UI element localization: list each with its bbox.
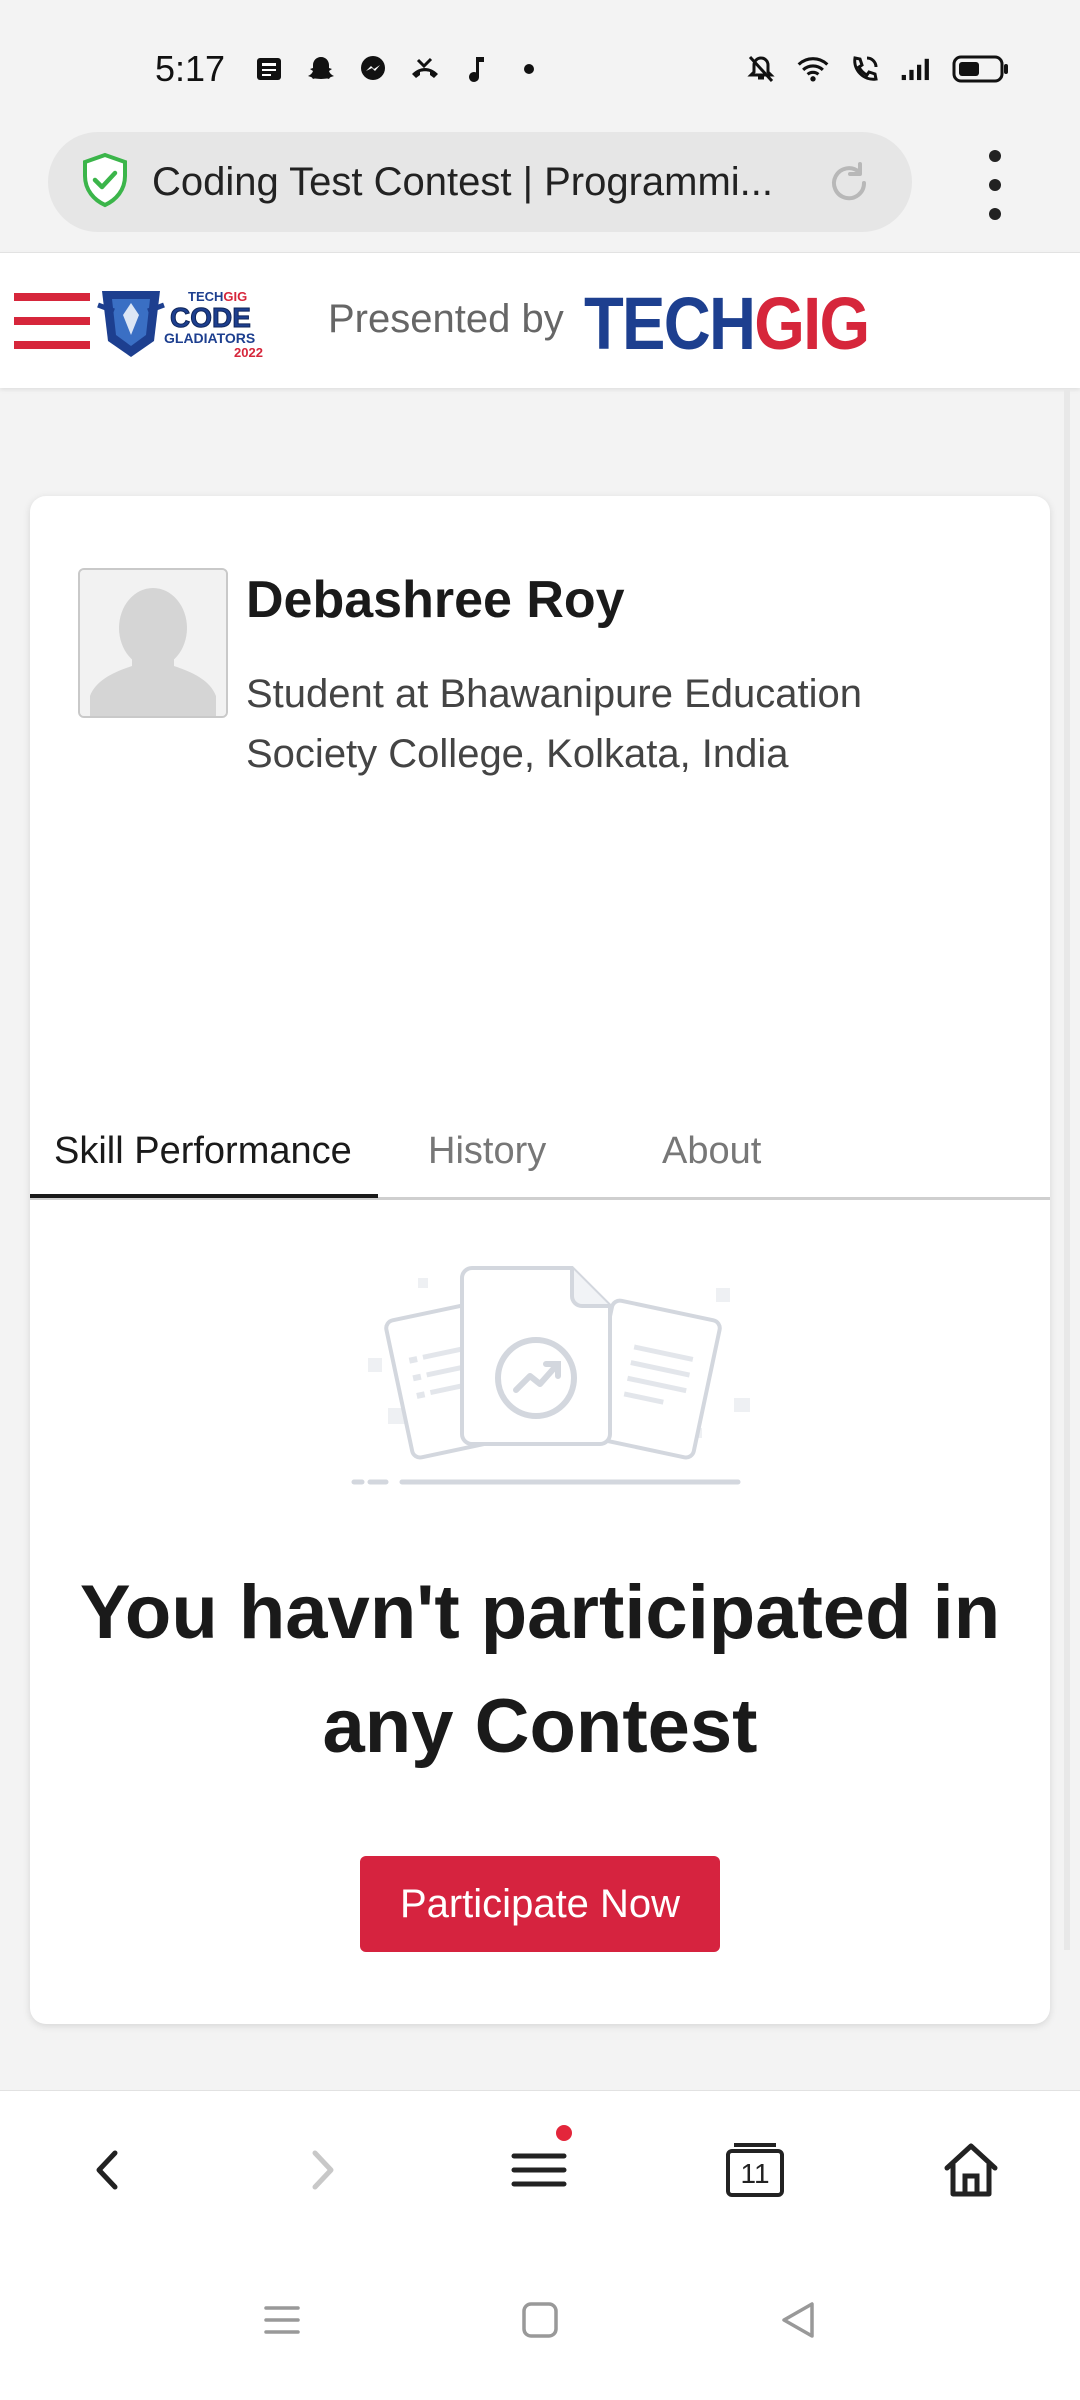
- brand-part2: GIG: [754, 282, 870, 365]
- site-header: TECHGIG CODE GLADIATORS 2022 Presented b…: [0, 252, 1080, 388]
- tab-history[interactable]: History: [428, 1130, 546, 1173]
- mute-icon: [744, 52, 778, 86]
- shield-check-icon[interactable]: [80, 152, 130, 213]
- signal-icon: [900, 52, 934, 86]
- wifi-calling-icon: [848, 52, 882, 86]
- system-status-icons: [744, 52, 1010, 86]
- status-bar: 5:17: [0, 0, 1080, 130]
- address-bar[interactable]: Coding Test Contest | Programmi...: [48, 132, 912, 232]
- empty-state-message: You havn't participated in any Contest: [79, 1570, 1001, 1769]
- snapchat-icon: [304, 52, 338, 86]
- missed-call-icon: [408, 52, 442, 86]
- profile-subtitle: Student at Bhawanipure Education Society…: [246, 672, 862, 776]
- presented-by-label: Presented by: [328, 297, 564, 341]
- menu-icon[interactable]: [504, 2125, 574, 2205]
- empty-state-illustration: [348, 1248, 768, 1498]
- participate-now-button[interactable]: Participate Now: [360, 1856, 720, 1952]
- active-tab-indicator: [30, 1194, 378, 1198]
- avatar: [78, 568, 228, 718]
- site-menu-icon[interactable]: [14, 293, 90, 349]
- profile-tabs: Skill Performance History About: [30, 1110, 1050, 1200]
- dot-icon: [512, 52, 546, 86]
- tab-count: 11: [740, 2158, 770, 2189]
- svg-text:CODE: CODE: [170, 302, 251, 333]
- notification-icons: [252, 52, 546, 86]
- home-square-icon[interactable]: [510, 2290, 570, 2350]
- news-icon: [252, 52, 286, 86]
- profile-name: Debashree Roy: [246, 571, 625, 629]
- tab-about[interactable]: About: [662, 1130, 761, 1173]
- reload-icon[interactable]: [826, 160, 872, 211]
- recent-apps-icon[interactable]: [252, 2290, 312, 2350]
- tab-skill-performance[interactable]: Skill Performance: [54, 1130, 352, 1173]
- brand-part1: TECH: [584, 282, 756, 365]
- status-time: 5:17: [155, 48, 226, 89]
- forward-icon[interactable]: [288, 2135, 358, 2205]
- code-gladiators-logo[interactable]: TECHGIG CODE GLADIATORS 2022: [96, 281, 282, 361]
- url-title[interactable]: Coding Test Contest | Programmi...: [152, 160, 802, 205]
- profile-card: Debashree Roy Student at Bhawanipure Edu…: [30, 496, 1050, 2024]
- home-icon[interactable]: [936, 2135, 1006, 2205]
- more-vertical-icon[interactable]: [980, 150, 1010, 220]
- svg-text:2022: 2022: [234, 345, 263, 360]
- system-navigation-bar: [0, 2240, 1080, 2400]
- notification-dot: [556, 2125, 572, 2141]
- svg-text:GLADIATORS: GLADIATORS: [164, 330, 255, 346]
- back-icon[interactable]: [72, 2135, 142, 2205]
- tabs-icon[interactable]: 11: [720, 2135, 790, 2205]
- techgig-logo[interactable]: TECHGIG: [584, 281, 870, 366]
- music-note-icon: [460, 52, 494, 86]
- browser-bottom-bar: 11: [0, 2090, 1080, 2240]
- messenger-icon: [356, 52, 390, 86]
- wifi-icon: [796, 52, 830, 86]
- page-scrollbar[interactable]: [1064, 390, 1070, 1950]
- battery-icon: [952, 52, 1010, 86]
- back-triangle-icon[interactable]: [768, 2290, 828, 2350]
